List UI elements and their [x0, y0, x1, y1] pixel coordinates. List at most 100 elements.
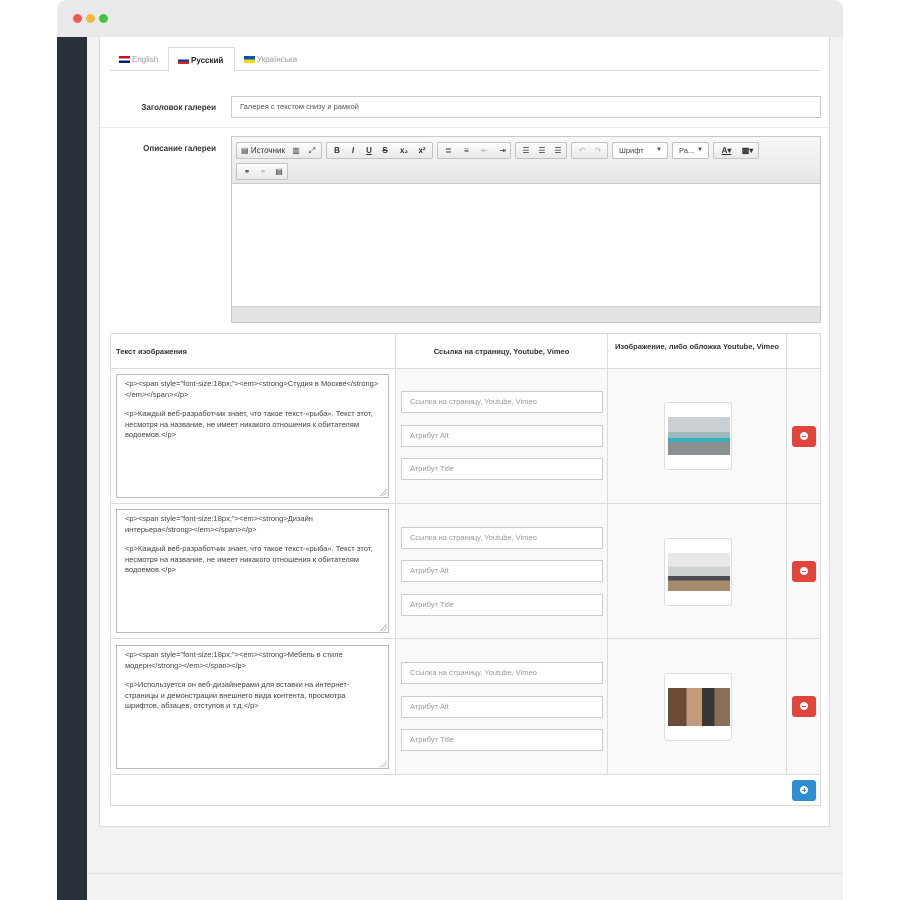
text-line: <p>Каждый веб-разработчик знает, что так…	[125, 409, 373, 439]
alt-input[interactable]: Атрибут Alt	[401, 696, 603, 718]
toolbar-group-align: ☰ ☰ ☰	[515, 142, 567, 159]
gallery-edit-panel: English Русский Українська Заголовок гал…	[99, 37, 831, 827]
row-divider	[111, 774, 820, 775]
align-center-icon: ☰	[538, 146, 546, 155]
maximize-window-dot[interactable]	[99, 14, 108, 23]
source-icon: ▤	[241, 146, 249, 155]
maximize-button[interactable]: ⤢	[305, 143, 319, 158]
superscript-button[interactable]: x²	[413, 143, 431, 158]
link-button[interactable]: ⚭	[239, 164, 255, 179]
minus-circle-icon	[800, 567, 808, 575]
text-color-button[interactable]: A▾	[716, 143, 737, 158]
image-thumbnail[interactable]	[664, 673, 732, 741]
bullet-list-icon: ≡	[464, 146, 469, 155]
undo-icon: ↶	[578, 146, 586, 155]
gallery-title-label: Заголовок галереи	[141, 103, 216, 112]
indent-icon: ⇥	[499, 146, 506, 155]
image-text-textarea[interactable]: <p><span style="font-size:18px;"><em><st…	[116, 509, 389, 633]
description-rich-editor[interactable]: ▤ Источник ▥ ⤢ B I U S x₂ x² ≣ ≡ ⇤ ⇥ ☰ ☰…	[231, 136, 821, 323]
source-label: Источник	[250, 146, 285, 155]
link-input[interactable]: Ссылка на страницу, Youtube, Vimeo	[401, 662, 603, 684]
alt-input[interactable]: Атрибут Alt	[401, 425, 603, 447]
tab-russian[interactable]: Русский	[168, 47, 235, 72]
resize-grip-icon[interactable]	[380, 624, 387, 631]
toolbar-group-format: B I U S x₂ x²	[326, 142, 433, 159]
toolbar-group-links: ⚭ ⚭ ▤	[236, 163, 288, 180]
align-left-button[interactable]: ☰	[518, 143, 534, 158]
header-image-text: Текст изображения	[116, 347, 187, 356]
image-text-textarea[interactable]: <p><span style="font-size:18px;"><em><st…	[116, 374, 389, 498]
undo-button[interactable]: ↶	[574, 143, 590, 158]
toolbar-group-source: ▤ Источник ▥ ⤢	[236, 142, 322, 159]
maximize-icon: ⤢	[308, 146, 316, 155]
outdent-button[interactable]: ⇤	[476, 143, 493, 158]
font-select-label: Шрифт	[619, 146, 644, 155]
alt-input[interactable]: Атрибут Alt	[401, 560, 603, 582]
horizontal-rule-button[interactable]: ▤	[271, 164, 287, 179]
size-select-label: Ра...	[679, 146, 695, 155]
tab-ukrainian[interactable]: Українська	[235, 47, 315, 72]
remove-row-button[interactable]	[792, 696, 816, 717]
title-input[interactable]: Атрибут Title	[401, 594, 603, 616]
close-window-dot[interactable]	[73, 14, 82, 23]
column-divider	[786, 334, 787, 774]
italic-button[interactable]: I	[345, 143, 361, 158]
numbered-list-button[interactable]: ≣	[440, 143, 457, 158]
row-divider	[111, 638, 820, 639]
uk-flag-icon	[119, 56, 130, 63]
title-input[interactable]: Атрибут Title	[401, 729, 603, 751]
numbered-list-icon: ≣	[445, 146, 452, 155]
strikethrough-button[interactable]: S	[377, 143, 393, 158]
link-input[interactable]: Ссылка на страницу, Youtube, Vimeo	[401, 391, 603, 413]
browser-window: English Русский Українська Заголовок гал…	[57, 0, 843, 900]
interior-photo	[668, 553, 730, 591]
redo-icon: ↷	[594, 146, 602, 155]
remove-row-button[interactable]	[792, 561, 816, 582]
header-image: Изображение, либо обложка Youtube, Vimeo	[615, 342, 779, 351]
text-line: <p><span style="font-size:18px;"><em><st…	[125, 514, 313, 534]
toolbar-group-history: ↶ ↷	[571, 142, 608, 159]
align-left-icon: ☰	[522, 146, 530, 155]
tab-label: Українська	[257, 55, 298, 64]
window-titlebar	[57, 0, 843, 37]
image-thumbnail[interactable]	[664, 402, 732, 470]
remove-row-button[interactable]	[792, 426, 816, 447]
resize-grip-icon[interactable]	[380, 489, 387, 496]
background-color-button[interactable]: ▩▾	[737, 143, 758, 158]
title-input[interactable]: Атрибут Title	[401, 458, 603, 480]
bold-button[interactable]: B	[329, 143, 345, 158]
form-divider	[100, 127, 831, 128]
russia-flag-icon	[178, 57, 189, 64]
editor-toolbar: ▤ Источник ▥ ⤢ B I U S x₂ x² ≣ ≡ ⇤ ⇥ ☰ ☰…	[232, 137, 820, 184]
align-right-button[interactable]: ☰	[550, 143, 566, 158]
column-divider	[607, 334, 608, 774]
image-text-textarea[interactable]: <p><span style="font-size:18px;"><em><st…	[116, 645, 389, 769]
row-divider	[111, 368, 820, 369]
indent-button[interactable]: ⇥	[494, 143, 511, 158]
link-input[interactable]: Ссылка на страницу, Youtube, Vimeo	[401, 527, 603, 549]
resize-grip-icon[interactable]	[380, 760, 387, 767]
minimize-window-dot[interactable]	[86, 14, 95, 23]
template-button[interactable]: ▥	[289, 143, 303, 158]
subscript-button[interactable]: x₂	[395, 143, 413, 158]
font-family-select[interactable]: Шрифт ▼	[612, 142, 668, 159]
header-link: Ссылка на страницу, Youtube, Vimeo	[433, 347, 570, 356]
source-button[interactable]: ▤ Источник	[240, 143, 286, 158]
bullet-list-button[interactable]: ≡	[458, 143, 475, 158]
redo-button[interactable]: ↷	[590, 143, 606, 158]
unlink-icon: ⚭	[259, 167, 267, 176]
template-icon: ▥	[292, 146, 300, 155]
align-center-button[interactable]: ☰	[534, 143, 550, 158]
underline-button[interactable]: U	[361, 143, 377, 158]
editor-content-area[interactable]	[232, 184, 820, 306]
unlink-button[interactable]: ⚭	[255, 164, 271, 179]
text-line: <p>Каждый веб-разработчик знает, что так…	[125, 544, 373, 574]
column-divider	[395, 334, 396, 774]
image-thumbnail[interactable]	[664, 538, 732, 606]
font-size-select[interactable]: Ра... ▼	[672, 142, 709, 159]
add-row-button[interactable]	[792, 780, 816, 801]
tab-label: English	[132, 55, 159, 64]
gallery-title-input[interactable]: Галерея с текстом снизу и рамкой	[231, 96, 821, 118]
gallery-images-table: Текст изображения Ссылка на страницу, Yo…	[110, 333, 821, 806]
tab-english[interactable]: English	[110, 47, 168, 72]
